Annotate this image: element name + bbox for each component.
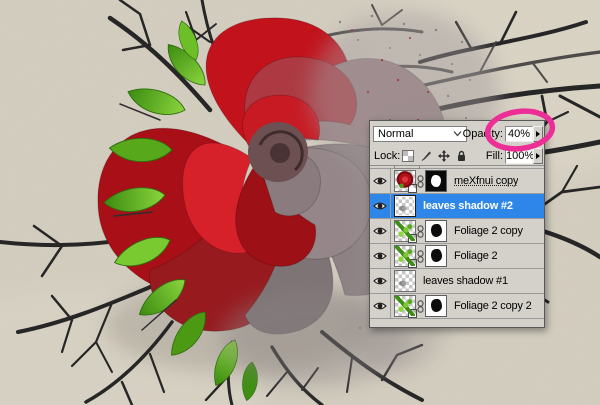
eye-icon: [373, 227, 387, 235]
visibility-toggle[interactable]: [370, 244, 391, 268]
eye-icon: [373, 202, 387, 210]
layer-name: Foliage 2 copy: [454, 225, 523, 237]
layer-row[interactable]: leaves shadow #1: [370, 269, 544, 294]
layer-style-badge: [408, 234, 417, 243]
layer-list: meXfnui copy leaves shadow #2 Foliage 2 …: [370, 165, 544, 319]
layer-thumbnail[interactable]: [394, 170, 417, 193]
layer-thumbnail[interactable]: [394, 245, 417, 268]
opacity-slider-button[interactable]: [533, 126, 543, 142]
layer-mask-thumbnail[interactable]: [425, 295, 447, 317]
layer-mask-thumbnail[interactable]: [425, 245, 447, 267]
opacity-input[interactable]: 40%: [505, 126, 533, 142]
layer-row[interactable]: meXfnui copy: [370, 169, 544, 194]
layer-name: Foliage 2: [454, 250, 498, 262]
layer-thumbnail[interactable]: [394, 195, 416, 217]
visibility-toggle[interactable]: [370, 269, 391, 293]
layer-thumbnail[interactable]: [394, 295, 417, 318]
visibility-toggle[interactable]: [370, 219, 391, 243]
layer-thumbnail[interactable]: [394, 270, 416, 292]
lock-label: Lock:: [374, 150, 401, 162]
layer-style-badge: [408, 309, 417, 318]
link-icon: [416, 249, 425, 263]
visibility-toggle[interactable]: [370, 294, 391, 318]
layer-name: leaves shadow #2: [423, 200, 513, 212]
photoshop-screenshot: Normal Opacity: 40% Lock: Fill: 100% meX…: [0, 0, 600, 405]
layer-style-badge: [408, 259, 417, 268]
layer-thumbnail[interactable]: [394, 220, 417, 243]
link-icon: [416, 174, 425, 188]
layer-name: Foliage 2 copy 2: [454, 300, 532, 312]
layer-mask-thumbnail[interactable]: [425, 220, 447, 242]
link-icon: [416, 299, 425, 313]
lock-transparency-icon[interactable]: [402, 150, 414, 162]
layer-name: meXfnui copy: [454, 175, 519, 187]
eye-icon: [373, 252, 387, 260]
layer-style-badge: [408, 184, 417, 193]
layers-panel: Normal Opacity: 40% Lock: Fill: 100% meX…: [369, 120, 545, 328]
lock-pixels-icon[interactable]: [420, 150, 432, 162]
visibility-toggle[interactable]: [370, 169, 391, 193]
fill-label: Fill:: [485, 150, 503, 162]
eye-icon: [373, 177, 387, 185]
fill-slider-button[interactable]: [533, 148, 543, 164]
layer-row[interactable]: Foliage 2 copy: [370, 219, 544, 244]
layer-row[interactable]: Foliage 2: [370, 244, 544, 269]
eye-icon: [373, 277, 387, 285]
layer-row[interactable]: leaves shadow #2: [370, 194, 544, 219]
eye-icon: [373, 302, 387, 310]
layer-name: leaves shadow #1: [423, 275, 508, 287]
layer-mask-thumbnail[interactable]: [425, 170, 447, 192]
layers-panel-controls: Normal Opacity: 40% Lock: Fill: 100%: [370, 121, 544, 166]
fill-input[interactable]: 100%: [505, 148, 534, 164]
blend-mode-value: Normal: [378, 128, 414, 140]
opacity-label: Opacity:: [462, 128, 503, 140]
layer-row[interactable]: Foliage 2 copy 2: [370, 294, 544, 319]
visibility-toggle[interactable]: [370, 194, 391, 218]
link-icon: [416, 224, 425, 238]
